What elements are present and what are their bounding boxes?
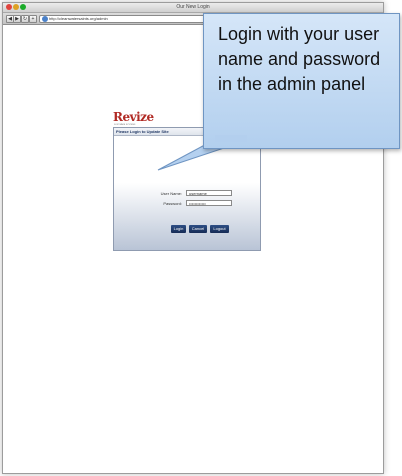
globe-icon (42, 16, 48, 22)
callout-text: Login with your user name and password i… (218, 24, 381, 94)
window-titlebar: Our New Login (3, 3, 383, 13)
reload-button[interactable]: ↻ (21, 15, 29, 23)
password-label: Password: (163, 201, 182, 206)
forward-button[interactable]: ▶ (13, 15, 21, 23)
username-input[interactable]: username (186, 190, 232, 196)
window-title: Our New Login (176, 4, 210, 10)
login-button[interactable]: Login (171, 225, 186, 233)
logout-button[interactable]: Logout (210, 225, 229, 233)
password-input[interactable]: •••••••••••• (186, 200, 232, 206)
address-bar-url: http://cleanwatersaints.org/admin (49, 16, 108, 21)
username-row: User Name: username (114, 190, 260, 197)
cancel-button[interactable]: Cancel (189, 225, 207, 233)
username-label: User Name: (160, 191, 182, 196)
logo-tagline: SOFTWARE SYSTEMS (114, 124, 136, 126)
revize-logo: Revize (113, 110, 154, 124)
callout-box: Login with your user name and password i… (203, 13, 400, 149)
password-row: Password: •••••••••••• (114, 200, 260, 207)
add-bookmark-button[interactable]: + (29, 15, 37, 23)
